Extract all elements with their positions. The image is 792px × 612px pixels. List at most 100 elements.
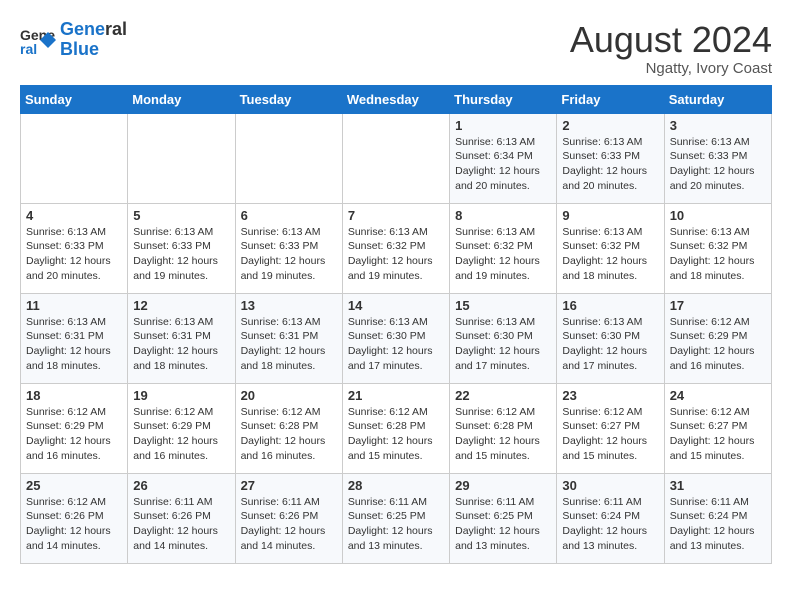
calendar-cell: 15Sunrise: 6:13 AM Sunset: 6:30 PM Dayli… (450, 293, 557, 383)
calendar-cell: 16 Sunrise: 6:13 AM Sunset: 6:30 PM Dayli… (557, 293, 664, 383)
week-row-4: 25 Sunrise: 6:12 AM Sunset: 6:26 PM Dayli… (21, 473, 772, 563)
day-number: 19 (133, 388, 229, 403)
day-number: 12 (133, 298, 229, 313)
calendar-cell: 24Sunrise: 6:12 AM Sunset: 6:27 PM Dayli… (664, 383, 771, 473)
day-header-thursday: Thursday (450, 85, 557, 113)
day-detail: Sunrise: 6:13 AM Sunset: 6:31 PM Dayligh… (26, 315, 122, 374)
day-number: 29 (455, 478, 551, 493)
day-number: 17 (670, 298, 766, 313)
calendar-cell: 23 Sunrise: 6:12 AM Sunset: 6:27 PM Dayli… (557, 383, 664, 473)
day-detail: Sunrise: 6:12 AM Sunset: 6:29 PM Dayligh… (26, 405, 122, 464)
day-detail: Sunrise: 6:13 AM Sunset: 6:31 PM Dayligh… (241, 315, 337, 374)
calendar-cell (342, 113, 449, 203)
day-detail: Sunrise: 6:13 AM Sunset: 6:34 PM Dayligh… (455, 135, 551, 194)
day-number: 31 (670, 478, 766, 493)
day-number: 23 (562, 388, 658, 403)
day-detail: Sunrise: 6:13 AM Sunset: 6:32 PM Dayligh… (562, 225, 658, 284)
day-detail: Sunrise: 6:11 AM Sunset: 6:25 PM Dayligh… (455, 495, 551, 554)
calendar-cell: 6Sunrise: 6:13 AM Sunset: 6:33 PM Daylig… (235, 203, 342, 293)
week-row-2: 11 Sunrise: 6:13 AM Sunset: 6:31 PM Dayli… (21, 293, 772, 383)
day-number: 3 (670, 118, 766, 133)
svg-text:ral: ral (20, 41, 37, 57)
calendar-cell: 1Sunrise: 6:13 AM Sunset: 6:34 PM Daylig… (450, 113, 557, 203)
day-detail: Sunrise: 6:12 AM Sunset: 6:29 PM Dayligh… (670, 315, 766, 374)
day-number: 26 (133, 478, 229, 493)
day-number: 9 (562, 208, 658, 223)
calendar-cell: 31 Sunrise: 6:11 AM Sunset: 6:24 PM Dayli… (664, 473, 771, 563)
day-detail: Sunrise: 6:13 AM Sunset: 6:30 PM Dayligh… (562, 315, 658, 374)
day-detail: Sunrise: 6:12 AM Sunset: 6:27 PM Dayligh… (562, 405, 658, 464)
logo-text: GeneralBlue (60, 20, 127, 60)
day-number: 8 (455, 208, 551, 223)
calendar-cell: 9 Sunrise: 6:13 AM Sunset: 6:32 PM Daylig… (557, 203, 664, 293)
calendar-cell: 12 Sunrise: 6:13 AM Sunset: 6:31 PM Dayli… (128, 293, 235, 383)
day-detail: Sunrise: 6:12 AM Sunset: 6:28 PM Dayligh… (241, 405, 337, 464)
calendar-cell: 10 Sunrise: 6:13 AM Sunset: 6:32 PM Dayli… (664, 203, 771, 293)
calendar-table: SundayMondayTuesdayWednesdayThursdayFrid… (20, 85, 772, 564)
calendar-cell: 7 Sunrise: 6:13 AM Sunset: 6:32 PM Daylig… (342, 203, 449, 293)
day-header-sunday: Sunday (21, 85, 128, 113)
title-block: August 2024 Ngatty, Ivory Coast (570, 20, 772, 77)
logo-icon: Gene ral (20, 22, 56, 58)
day-detail: Sunrise: 6:13 AM Sunset: 6:33 PM Dayligh… (241, 225, 337, 284)
week-row-3: 18Sunrise: 6:12 AM Sunset: 6:29 PM Dayli… (21, 383, 772, 473)
day-detail: Sunrise: 6:13 AM Sunset: 6:33 PM Dayligh… (26, 225, 122, 284)
day-number: 21 (348, 388, 444, 403)
day-detail: Sunrise: 6:12 AM Sunset: 6:26 PM Dayligh… (26, 495, 122, 554)
day-detail: Sunrise: 6:13 AM Sunset: 6:32 PM Dayligh… (348, 225, 444, 284)
day-number: 25 (26, 478, 122, 493)
day-number: 5 (133, 208, 229, 223)
day-header-friday: Friday (557, 85, 664, 113)
calendar-cell: 3Sunrise: 6:13 AM Sunset: 6:33 PM Daylig… (664, 113, 771, 203)
day-number: 27 (241, 478, 337, 493)
day-number: 14 (348, 298, 444, 313)
location-subtitle: Ngatty, Ivory Coast (570, 60, 772, 77)
day-header-wednesday: Wednesday (342, 85, 449, 113)
day-detail: Sunrise: 6:13 AM Sunset: 6:32 PM Dayligh… (670, 225, 766, 284)
page-header: Gene ral GeneralBlue August 2024 Ngatty,… (20, 20, 772, 77)
calendar-cell: 17 Sunrise: 6:12 AM Sunset: 6:29 PM Dayli… (664, 293, 771, 383)
calendar-cell: 14 Sunrise: 6:13 AM Sunset: 6:30 PM Dayli… (342, 293, 449, 383)
day-detail: Sunrise: 6:13 AM Sunset: 6:33 PM Dayligh… (562, 135, 658, 194)
calendar-cell: 25 Sunrise: 6:12 AM Sunset: 6:26 PM Dayli… (21, 473, 128, 563)
calendar-cell: 26 Sunrise: 6:11 AM Sunset: 6:26 PM Dayli… (128, 473, 235, 563)
calendar-cell (235, 113, 342, 203)
day-number: 20 (241, 388, 337, 403)
day-number: 28 (348, 478, 444, 493)
day-detail: Sunrise: 6:11 AM Sunset: 6:26 PM Dayligh… (133, 495, 229, 554)
day-number: 30 (562, 478, 658, 493)
week-row-0: 1Sunrise: 6:13 AM Sunset: 6:34 PM Daylig… (21, 113, 772, 203)
header-row: SundayMondayTuesdayWednesdayThursdayFrid… (21, 85, 772, 113)
day-header-tuesday: Tuesday (235, 85, 342, 113)
calendar-cell: 28 Sunrise: 6:11 AM Sunset: 6:25 PM Dayli… (342, 473, 449, 563)
month-title: August 2024 (570, 20, 772, 60)
calendar-cell (21, 113, 128, 203)
day-number: 7 (348, 208, 444, 223)
calendar-cell: 27Sunrise: 6:11 AM Sunset: 6:26 PM Dayli… (235, 473, 342, 563)
day-detail: Sunrise: 6:13 AM Sunset: 6:32 PM Dayligh… (455, 225, 551, 284)
day-detail: Sunrise: 6:13 AM Sunset: 6:33 PM Dayligh… (133, 225, 229, 284)
day-detail: Sunrise: 6:12 AM Sunset: 6:28 PM Dayligh… (455, 405, 551, 464)
day-detail: Sunrise: 6:12 AM Sunset: 6:29 PM Dayligh… (133, 405, 229, 464)
day-number: 10 (670, 208, 766, 223)
calendar-cell: 20 Sunrise: 6:12 AM Sunset: 6:28 PM Dayli… (235, 383, 342, 473)
calendar-cell: 11 Sunrise: 6:13 AM Sunset: 6:31 PM Dayli… (21, 293, 128, 383)
day-number: 13 (241, 298, 337, 313)
calendar-cell: 18Sunrise: 6:12 AM Sunset: 6:29 PM Dayli… (21, 383, 128, 473)
calendar-cell: 4 Sunrise: 6:13 AM Sunset: 6:33 PM Daylig… (21, 203, 128, 293)
day-number: 22 (455, 388, 551, 403)
calendar-cell: 5 Sunrise: 6:13 AM Sunset: 6:33 PM Daylig… (128, 203, 235, 293)
day-number: 16 (562, 298, 658, 313)
day-detail: Sunrise: 6:11 AM Sunset: 6:25 PM Dayligh… (348, 495, 444, 554)
day-number: 2 (562, 118, 658, 133)
day-detail: Sunrise: 6:12 AM Sunset: 6:28 PM Dayligh… (348, 405, 444, 464)
day-detail: Sunrise: 6:13 AM Sunset: 6:31 PM Dayligh… (133, 315, 229, 374)
day-number: 11 (26, 298, 122, 313)
day-number: 4 (26, 208, 122, 223)
day-detail: Sunrise: 6:13 AM Sunset: 6:30 PM Dayligh… (455, 315, 551, 374)
day-detail: Sunrise: 6:11 AM Sunset: 6:24 PM Dayligh… (670, 495, 766, 554)
day-header-monday: Monday (128, 85, 235, 113)
logo: Gene ral GeneralBlue (20, 20, 127, 60)
calendar-cell: 13 Sunrise: 6:13 AM Sunset: 6:31 PM Dayli… (235, 293, 342, 383)
day-detail: Sunrise: 6:13 AM Sunset: 6:30 PM Dayligh… (348, 315, 444, 374)
